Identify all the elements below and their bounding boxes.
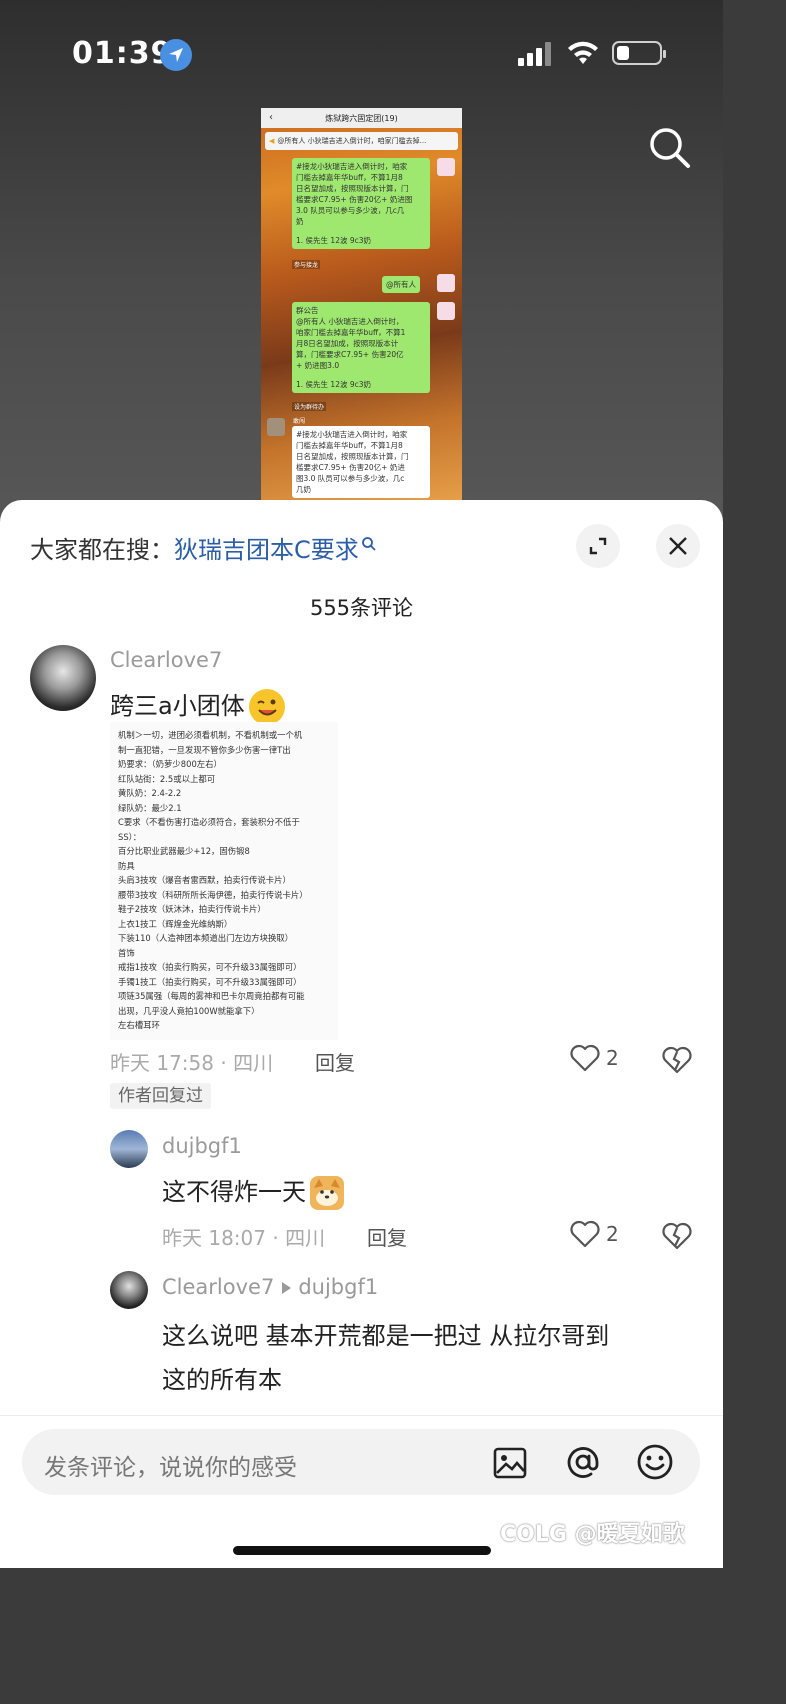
hot-search-query[interactable]: 狄瑞吉团本C要求 <box>174 536 359 564</box>
chat-tag: 设为群待办 <box>292 402 327 411</box>
comment-username[interactable]: Clearlove7 <box>162 1275 274 1299</box>
like-button[interactable]: 2 <box>570 1044 619 1072</box>
avatar[interactable] <box>110 1130 148 1168</box>
chat-message-2: @所有人 <box>382 276 420 293</box>
comment-count: 555条评论 <box>309 596 414 620</box>
comment-text-line: 这么说吧 基本开荒都是一把过 从拉尔哥到 <box>162 1322 610 1350</box>
reply-button[interactable]: 回复 <box>367 1222 407 1251</box>
close-button[interactable] <box>656 524 700 568</box>
chat-title: 炼狱跨六固定团(19) <box>325 113 398 123</box>
hot-search-bar[interactable]: 大家都在搜：狄瑞吉团本C要求 <box>30 530 377 565</box>
chat-header: ‹ 炼狱跨六固定团(19) <box>261 108 462 128</box>
chat-message-1: #接龙小狄瑞吉进入倒计时，咱家 门槛去掉嘉年华buff，不算1月8 日名望加成，按照… <box>292 158 430 249</box>
like-count: 2 <box>606 1222 619 1246</box>
status-bar: 01:39 <box>0 0 723 100</box>
back-arrow-icon: ‹ <box>269 112 273 123</box>
reply-header: Clearlove7 dujbgf1 <box>162 1275 378 1300</box>
emoji-icon[interactable] <box>636 1443 674 1485</box>
comment-meta: 昨天 18:07 · 四川 <box>162 1226 326 1250</box>
mention-icon[interactable] <box>562 1441 604 1487</box>
chat-sender: 敢闯 <box>293 418 306 425</box>
comment-text: 跨三a小团体 <box>110 686 285 725</box>
watermark: COLG @暖夏如歌 <box>500 1522 685 1547</box>
reply-arrow-icon <box>280 1276 292 1300</box>
comment-text: 这不得炸一天 <box>162 1172 344 1210</box>
chat-avatar <box>267 418 285 436</box>
author-replied-badge: 作者回复过 <box>110 1083 211 1109</box>
comment-attached-image[interactable]: 机制＞一切，进团必须看机制，不看机制或一个机 制一直犯错，一旦发现不管你多少伤害… <box>110 722 338 1040</box>
heart-icon <box>570 1044 600 1072</box>
comment-sheet: 大家都在搜：狄瑞吉团本C要求 555条评论 Clearlove7 跨三a小团体 … <box>0 500 723 1568</box>
expand-icon <box>589 537 607 555</box>
hot-search-prefix: 大家都在搜： <box>30 536 174 564</box>
like-count: 2 <box>606 1046 619 1070</box>
avatar[interactable] <box>110 1271 148 1309</box>
avatar[interactable] <box>30 645 96 711</box>
close-icon <box>669 537 687 555</box>
wink-emoji-icon <box>248 689 285 725</box>
heart-icon <box>570 1220 600 1248</box>
speaker-icon: ◀ <box>269 137 275 145</box>
chat-message-4: #接龙小狄瑞吉进入倒计时，咱家 门槛去掉嘉年华buff，不算1月8 日名望加成，按照… <box>292 426 430 498</box>
chat-notice-text: @所有人 小狄瑞吉进入倒计时，咱家门槛去掉... <box>277 137 427 145</box>
comment-text-line: 这的所有本 <box>162 1366 282 1394</box>
dislike-icon[interactable] <box>662 1222 692 1254</box>
comment-meta: 昨天 17:58 · 四川 <box>110 1051 274 1075</box>
chat-avatar <box>437 274 455 292</box>
dislike-icon[interactable] <box>662 1046 692 1078</box>
reply-to-username[interactable]: dujbgf1 <box>298 1275 378 1299</box>
home-indicator[interactable] <box>233 1546 491 1555</box>
wifi-icon <box>566 40 600 70</box>
cellular-signal-icon <box>518 42 554 70</box>
comment-username[interactable]: dujbgf1 <box>162 1134 242 1158</box>
location-arrow-icon <box>160 39 192 71</box>
chat-avatar <box>437 158 455 176</box>
status-time: 01:39 <box>72 36 173 71</box>
battery-icon <box>612 41 666 65</box>
reply-button[interactable]: 回复 <box>315 1047 355 1076</box>
comment-input[interactable]: 发条评论，说说你的感受 <box>22 1429 700 1495</box>
chat-tag: 参与接龙 <box>292 260 321 269</box>
search-icon[interactable] <box>648 126 692 174</box>
chat-avatar <box>437 302 455 320</box>
comment-input-placeholder: 发条评论，说说你的感受 <box>44 1455 297 1481</box>
chat-message-3: 群公告 @所有人 小狄瑞吉进入倒计时， 咱家门槛去掉嘉年华buff，不算1 月8日名望… <box>292 302 430 393</box>
comment-username[interactable]: Clearlove7 <box>110 648 222 672</box>
chat-notice: ◀ @所有人 小狄瑞吉进入倒计时，咱家门槛去掉... <box>265 132 458 150</box>
like-button[interactable]: 2 <box>570 1220 619 1248</box>
doge-emoji-icon <box>310 1176 344 1210</box>
chat-screenshot-image[interactable]: ‹ 炼狱跨六固定团(19) ◀ @所有人 小狄瑞吉进入倒计时，咱家门槛去掉...… <box>261 108 462 503</box>
image-icon[interactable] <box>492 1445 528 1485</box>
search-small-icon <box>361 530 377 558</box>
expand-button[interactable] <box>576 524 620 568</box>
comment-input-bar: 发条评论，说说你的感受 COLG @暖夏如歌 <box>0 1415 723 1568</box>
